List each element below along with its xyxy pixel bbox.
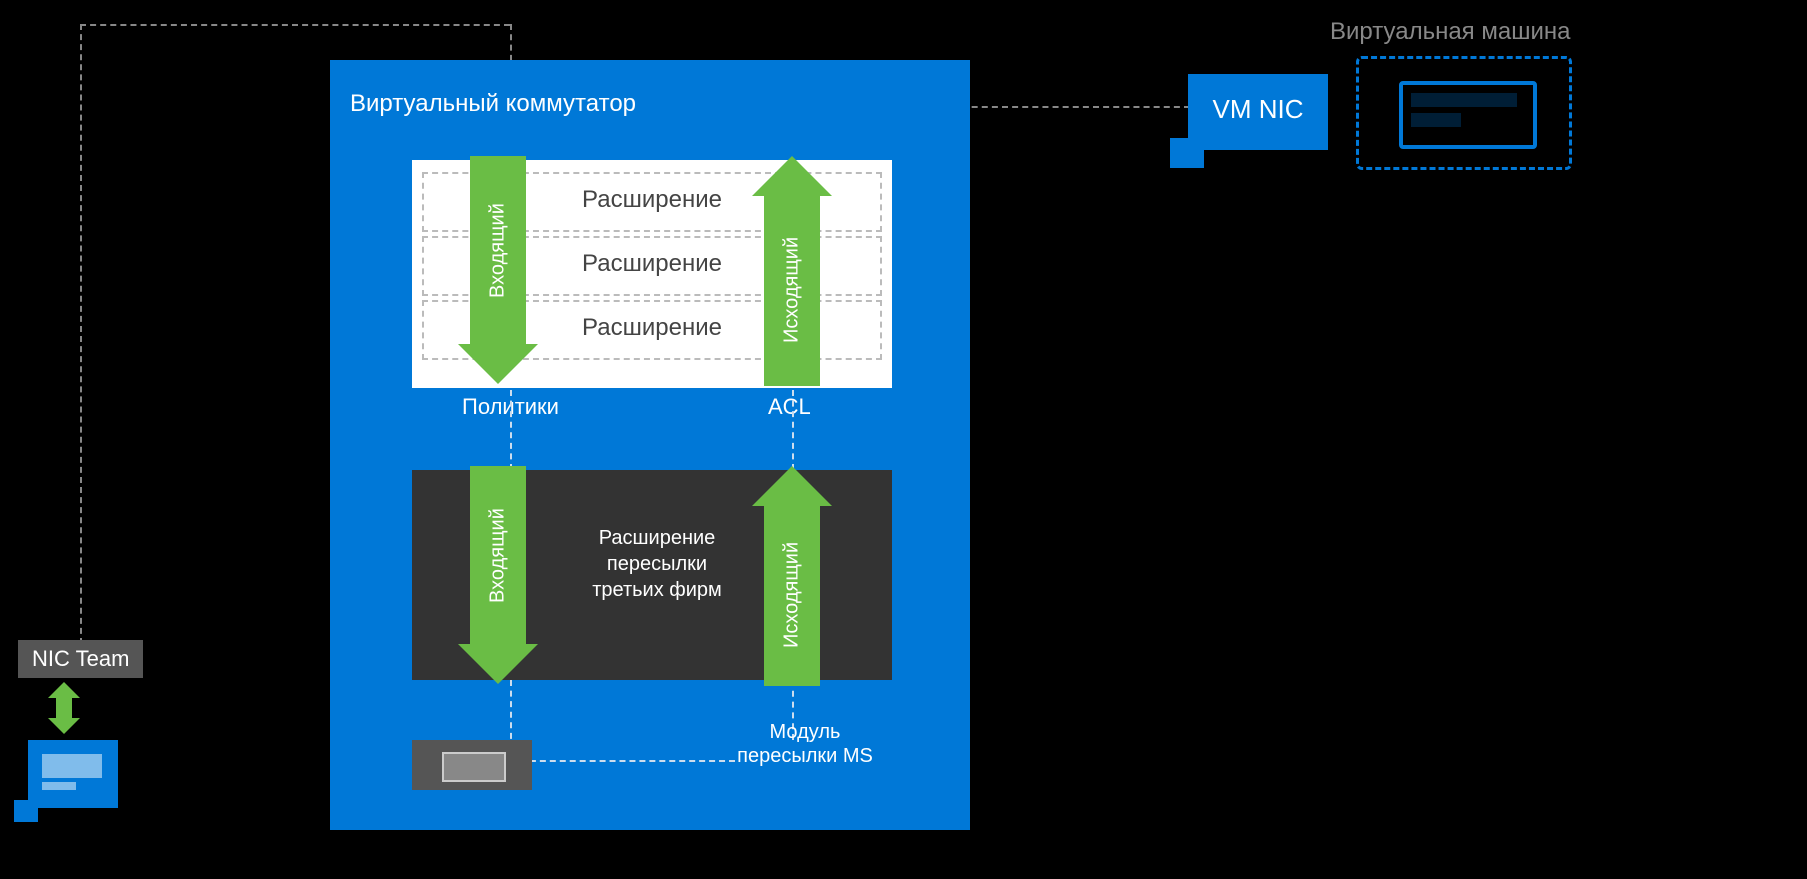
vm-dashed-box: [1356, 56, 1572, 170]
label-acl: ACL: [768, 394, 811, 420]
nic-team-arrow-up: [48, 682, 80, 698]
connector-left-vertical: [80, 24, 82, 644]
connector-policies-down: [510, 390, 512, 470]
nic-team-label: NIC Team: [18, 640, 143, 678]
virtual-switch-box: Виртуальный коммутатор Расширение Расшир…: [330, 60, 970, 830]
arrow-outbound-top: Исходящий: [764, 194, 820, 386]
connector-top-horizontal: [80, 24, 510, 26]
connector-acl-down: [792, 390, 794, 470]
arrow-inbound-bottom: Входящий: [470, 466, 526, 646]
arrow-outbound-bottom-head: [752, 466, 832, 506]
vm-label: Виртуальная машина: [1330, 18, 1570, 46]
arrow-inbound-top-head: [458, 344, 538, 384]
vm-nic-label: VM NIC: [1188, 94, 1328, 125]
connector-bottom-horizontal: [510, 760, 735, 762]
pnic-box: [28, 740, 118, 808]
arrow-outbound-bottom: Исходящий: [764, 504, 820, 686]
arrow-inbound-bottom-head: [458, 644, 538, 684]
vm-nic-box: VM NIC: [1188, 74, 1328, 150]
module-box: [412, 740, 532, 790]
arrow-outbound-top-head: [752, 156, 832, 196]
ms-forward-label: Модуль пересылки MS: [720, 720, 890, 768]
third-party-forwarding-label: Расширение пересылки третьих фирм: [582, 525, 732, 603]
arrow-inbound-top: Входящий: [470, 156, 526, 346]
vswitch-title: Виртуальный коммутатор: [350, 90, 636, 118]
nic-team-arrow-body: [56, 698, 72, 718]
nic-team-arrow-down: [48, 718, 80, 734]
